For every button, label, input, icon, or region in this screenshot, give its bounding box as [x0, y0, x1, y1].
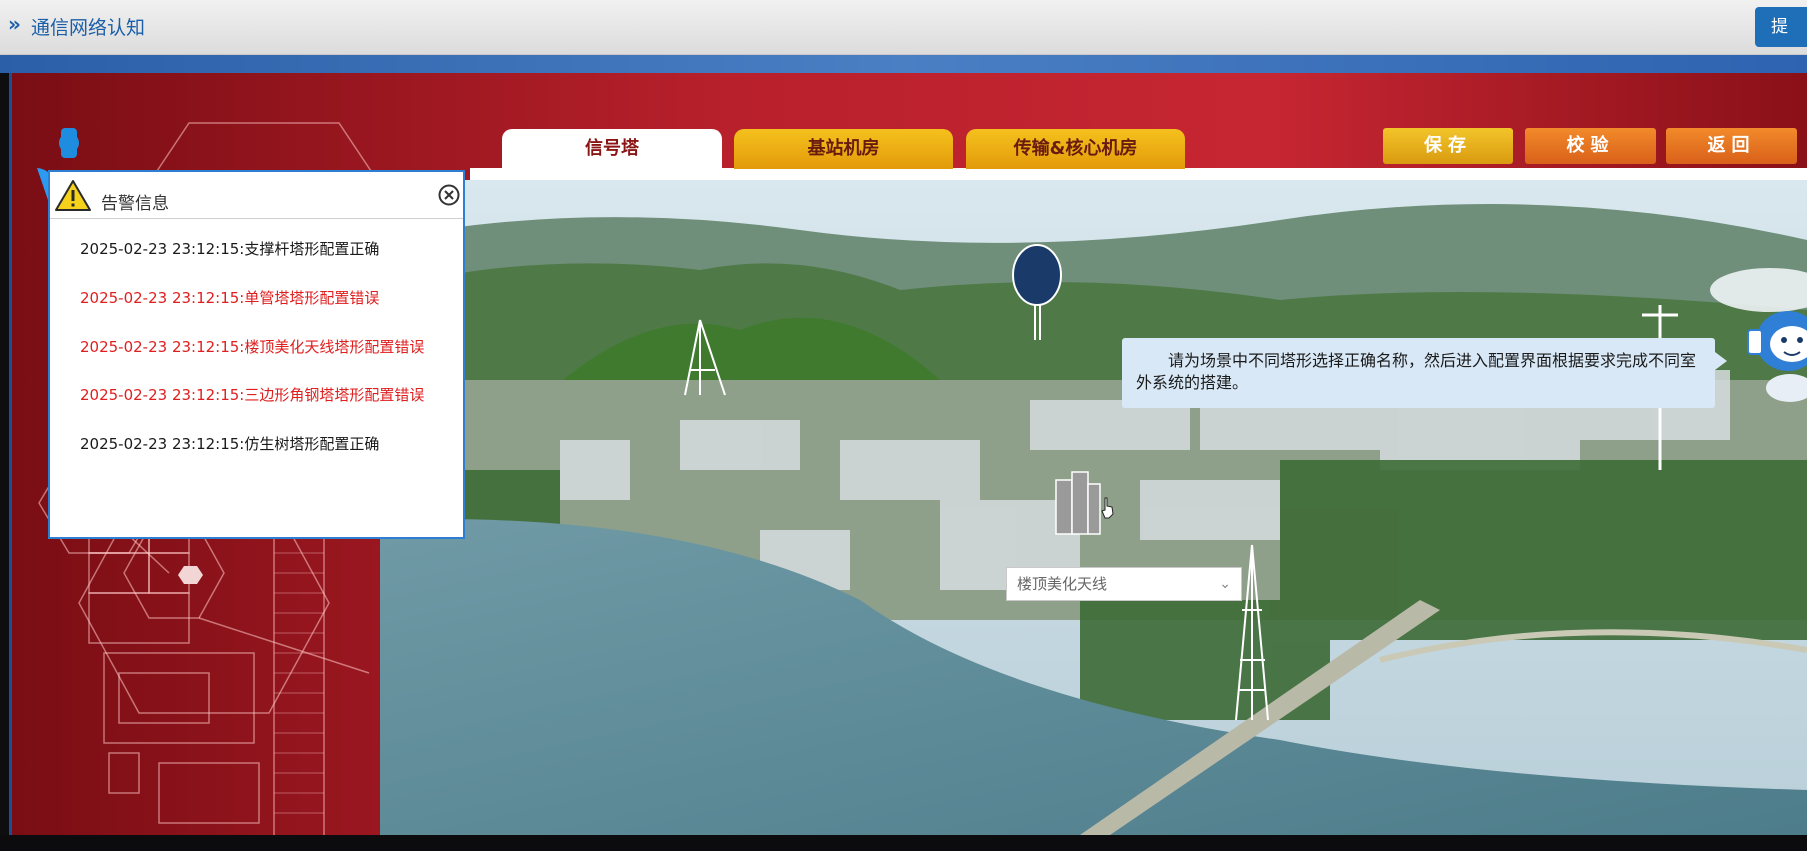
alarm-message: 2025-02-23 23:12:15:支撑杆塔形配置正确	[80, 240, 380, 258]
close-circle-icon[interactable]	[438, 184, 460, 206]
header-divider	[0, 55, 1807, 73]
app-header: » 通信网络认知 提	[0, 0, 1807, 55]
back-button[interactable]: 返回	[1666, 128, 1797, 164]
instruction-text: 请为场景中不同塔形选择正确名称，然后进入配置界面根据要求完成不同室外系统的搭建。	[1136, 351, 1697, 392]
city-aerial-scene[interactable]	[380, 180, 1807, 835]
tower-type-value: 楼顶美化天线	[1017, 575, 1108, 593]
robot-mascot-icon	[1747, 311, 1807, 402]
alarm-message: 2025-02-23 23:12:15:单管塔塔形配置错误	[80, 289, 380, 307]
alarm-title: 告警信息	[101, 194, 169, 214]
instruction-tooltip: 请为场景中不同塔形选择正确名称，然后进入配置界面根据要求完成不同室外系统的搭建。	[1122, 338, 1727, 408]
tower-type-select[interactable]: 楼顶美化天线 ⌄	[1006, 567, 1242, 601]
verify-button[interactable]: 校验	[1525, 128, 1656, 164]
chevron-right-double-icon: »	[8, 12, 21, 36]
submit-button[interactable]: 提	[1755, 7, 1807, 47]
warning-icon	[55, 180, 91, 211]
alarm-message: 2025-02-23 23:12:15:楼顶美化天线塔形配置错误	[80, 338, 425, 356]
alarm-panel: 告警信息 2025-02-23 23:12:15:支撑杆塔形配置正确 2025-…	[48, 170, 465, 539]
tab-transport-core-room[interactable]: 传输&核心机房	[966, 129, 1185, 169]
alarm-message: 2025-02-23 23:12:15:仿生树塔形配置正确	[80, 435, 380, 453]
app-title: 通信网络认知	[31, 17, 146, 39]
tab-underline	[470, 168, 1807, 180]
tab-signal-tower[interactable]: 信号塔	[502, 129, 722, 169]
chevron-down-icon: ⌄	[1219, 576, 1231, 592]
save-button[interactable]: 保存	[1383, 128, 1513, 164]
alarm-message: 2025-02-23 23:12:15:三边形角钢塔塔形配置错误	[80, 386, 425, 404]
alarm-header: 告警信息	[50, 172, 463, 219]
tab-base-station-room[interactable]: 基站机房	[734, 129, 953, 169]
bottom-strip	[0, 835, 1807, 851]
hand-cursor-icon	[1101, 497, 1114, 519]
